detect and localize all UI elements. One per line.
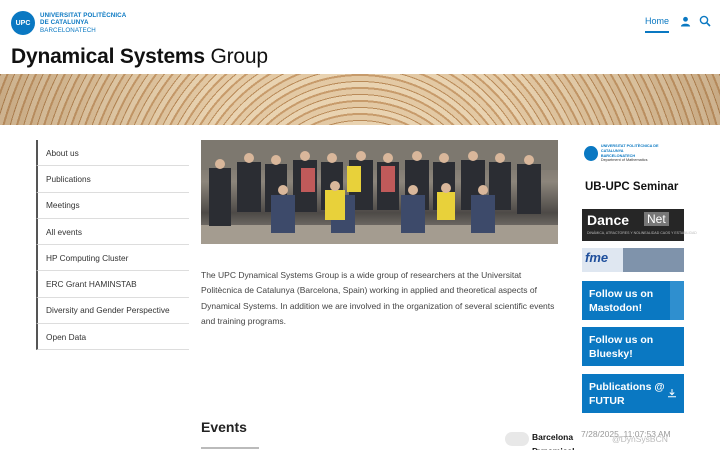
fme-banner[interactable]: fme	[582, 248, 684, 272]
logo-line-2: DE CATALUNYA	[40, 19, 89, 27]
dancenet-banner[interactable]: Dance Net DINÁMICA, ATRACTORES Y NOLINEA…	[582, 209, 697, 241]
group-photo	[201, 140, 558, 244]
mastodon-decoration	[670, 281, 684, 320]
dancenet-word: Dance	[587, 212, 630, 228]
sidebar-item-about-us[interactable]: About us	[36, 140, 189, 167]
site-title-rest: Group	[204, 45, 269, 68]
logo-line-1: UNIVERSITAT POLITÈCNICA	[40, 11, 127, 19]
bluesky-label: Follow us on Bluesky!	[589, 334, 654, 360]
upc-seal-icon: UPC	[11, 11, 35, 35]
sidebar-menu: About us Publications Meetings All event…	[36, 140, 189, 351]
upc-seal-icon	[584, 146, 598, 161]
sidebar-item-erc-grant[interactable]: ERC Grant HAMINSTAB	[36, 271, 189, 298]
follow-bluesky-button[interactable]: Follow us on Bluesky!	[582, 327, 684, 366]
top-bar: UPC UNIVERSITAT POLITÈCNICA DE CATALUNYA…	[0, 0, 720, 44]
dancenet-net: Net	[644, 212, 669, 226]
dancenet-subtitle: DINÁMICA, ATRACTORES Y NOLINEALIDAD CAOS…	[587, 231, 697, 235]
dept-logo-text: UNIVERSITAT POLITÈCNICA DE CATALUNYA BAR…	[601, 144, 676, 162]
bcn-dynamical-title[interactable]: Barcelona Dynamical	[532, 430, 576, 450]
dept-logo-line-3: Department of Mathematics	[600, 158, 648, 163]
sidebar-item-all-events[interactable]: All events	[36, 218, 189, 246]
sidebar-item-meetings[interactable]: Meetings	[36, 192, 189, 219]
user-icon[interactable]	[680, 16, 691, 27]
follow-mastodon-button[interactable]: Follow us on Mastodon!	[582, 281, 684, 320]
upc-logo-text: UNIVERSITAT POLITÈCNICA DE CATALUNYA BAR…	[40, 12, 126, 34]
nav-home-link[interactable]: Home	[645, 16, 670, 33]
wood-banner-image	[0, 74, 720, 125]
publications-futur-button[interactable]: Publications @ FUTUR	[582, 374, 684, 413]
page: UPC UNIVERSITAT POLITÈCNICA DE CATALUNYA…	[0, 0, 720, 450]
dept-logo-line-1: UNIVERSITAT POLITÈCNICA DE CATALUNYA	[600, 144, 659, 153]
ub-upc-seminar-link[interactable]: UB-UPC Seminar	[585, 181, 678, 193]
events-heading: Events	[201, 419, 247, 435]
logo-line-3: BARCELONATECH	[40, 26, 96, 34]
mastodon-label: Follow us on Mastodon!	[589, 288, 654, 314]
sidebar-item-open-data[interactable]: Open Data	[36, 324, 189, 351]
social-handle: @DynSysBCN	[612, 434, 668, 444]
site-title-bold: Dynamical Systems	[11, 45, 205, 68]
futur-label: Publications @ FUTUR	[589, 381, 665, 407]
events-divider	[201, 447, 259, 449]
dept-mathematics-logo[interactable]: UNIVERSITAT POLITÈCNICA DE CATALUNYA BAR…	[584, 144, 676, 163]
search-icon[interactable]	[699, 15, 711, 27]
sidebar-item-publications[interactable]: Publications	[36, 166, 189, 193]
upc-logo[interactable]: UPC UNIVERSITAT POLITÈCNICA DE CATALUNYA…	[11, 11, 126, 35]
intro-paragraph: The UPC Dynamical Systems Group is a wid…	[201, 270, 555, 326]
download-icon	[668, 389, 676, 398]
bcn-dynamical-logo	[505, 432, 529, 446]
fme-logo: fme	[585, 250, 609, 265]
site-title[interactable]: Dynamical Systems Group	[11, 45, 268, 69]
sidebar-item-diversity-gender[interactable]: Diversity and Gender Perspective	[36, 297, 189, 325]
sidebar-item-hp-computing-cluster[interactable]: HP Computing Cluster	[36, 245, 189, 272]
group-photo-people	[201, 140, 558, 244]
